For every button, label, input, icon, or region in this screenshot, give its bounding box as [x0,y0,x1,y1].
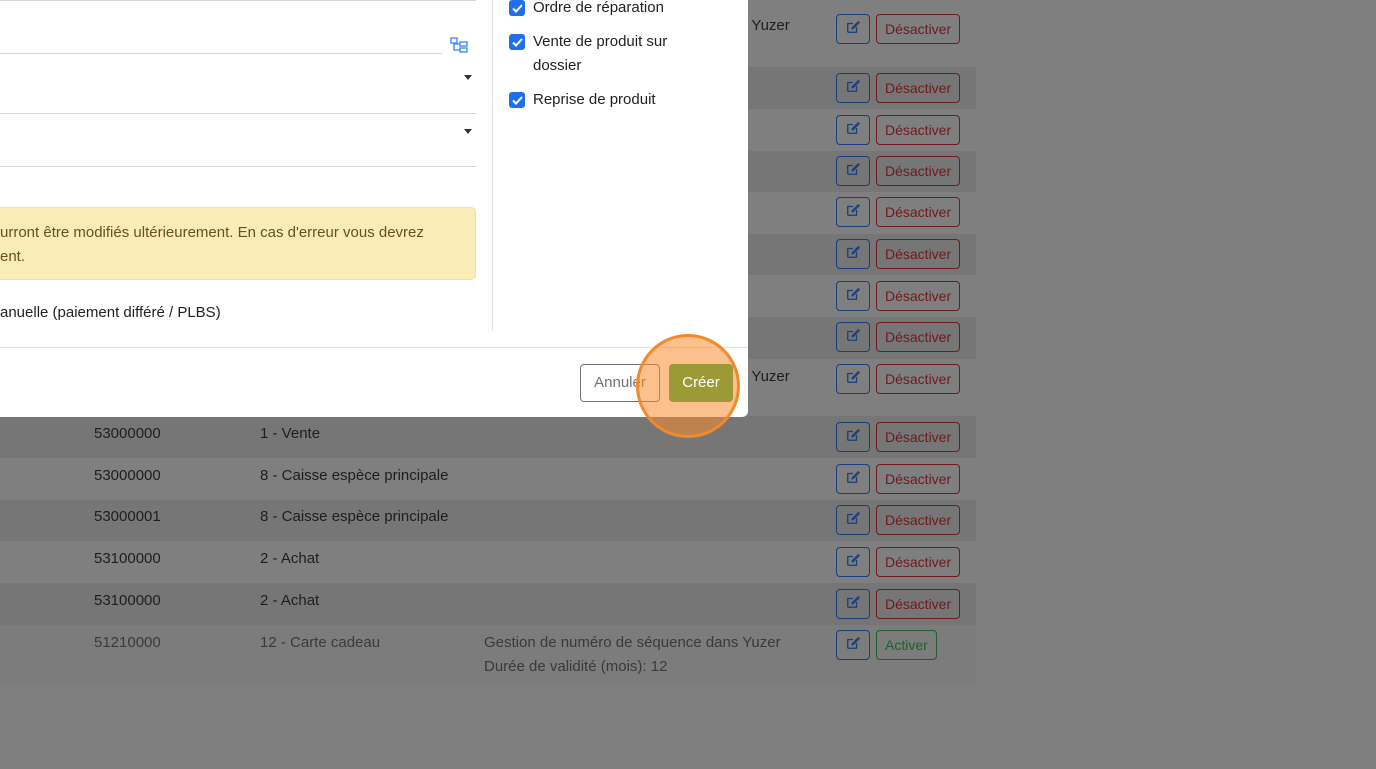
deactivate-button[interactable]: Désactiver [876,14,961,44]
checkbox-product-return[interactable] [509,92,525,108]
select-field-1[interactable] [0,55,476,113]
edit-button[interactable] [836,73,870,103]
column-divider [492,0,493,331]
edit-button[interactable] [836,589,870,619]
checkbox-label: Ordre de réparation [533,0,664,16]
select-underline [0,166,476,167]
modal-footer-divider [0,347,748,348]
account-code: 53000000 [94,467,161,484]
checkbox-product-sale-on-file[interactable] [509,34,525,50]
edit-icon [846,79,860,97]
edit-button[interactable] [836,464,870,494]
check-icon [511,37,523,47]
edit-button[interactable] [836,505,870,535]
account-type: 8 - Caisse espèce principale [260,467,449,484]
check-icon [511,95,523,105]
check-icon [511,3,523,13]
deactivate-button[interactable]: Désactiver [876,73,961,103]
tree-select-icon[interactable] [450,37,468,57]
create-account-modal: urront être modifiés ultérieurement. En … [0,0,748,438]
edit-icon [846,553,860,571]
deactivate-button[interactable]: Désactiver [876,464,961,494]
deactivate-button[interactable]: Désactiver [876,364,961,394]
edit-icon [846,470,860,488]
deactivate-button[interactable]: Désactiver [876,115,961,145]
deactivate-button[interactable]: Désactiver [876,197,961,227]
edit-button[interactable] [836,14,870,44]
edit-icon [846,162,860,180]
table-row: 53000001 8 - Caisse espèce principale Dé… [0,500,976,542]
edit-button[interactable] [836,322,870,352]
edit-button[interactable] [836,239,870,269]
deactivate-button[interactable]: Désactiver [876,505,961,535]
manual-payment-label[interactable]: anuelle (paiement différé / PLBS) [0,301,221,325]
checkbox-repair-order[interactable] [509,0,525,16]
edit-icon [846,636,860,654]
edit-icon [846,245,860,263]
info-line: Gestion de numéro de séquence dans Yuzer [484,634,781,651]
deactivate-button[interactable]: Désactiver [876,547,961,577]
deactivate-button[interactable]: Désactiver [876,239,961,269]
edit-icon [846,511,860,529]
checkbox-label: Reprise de produit [533,91,656,108]
create-button[interactable]: Créer [669,364,733,402]
warning-alert: urront être modifiés ultérieurement. En … [0,207,476,280]
chevron-down-icon [464,129,472,134]
text-field-underline[interactable] [0,53,442,54]
edit-button[interactable] [836,630,870,660]
edit-icon [846,595,860,613]
account-type: 2 - Achat [260,592,320,609]
checkbox-label: dossier [533,57,582,74]
account-type: 12 - Carte cadeau [260,634,381,651]
account-code: 53000001 [94,508,161,525]
edit-icon [846,203,860,221]
edit-button[interactable] [836,197,870,227]
checkbox-label: Vente de produit sur [533,33,668,50]
deactivate-button[interactable]: Désactiver [876,422,961,452]
info-line: Durée de validité (mois): 12 [484,658,668,675]
account-type: 1 - Vente [260,425,321,442]
edit-button[interactable] [836,364,870,394]
warning-text-line: ent. [0,248,26,265]
warning-text-line: urront être modifiés ultérieurement. En … [0,224,424,241]
select-field-2[interactable] [0,114,476,166]
edit-icon [846,428,860,446]
account-code: 53000000 [94,425,161,442]
edit-button[interactable] [836,422,870,452]
edit-button[interactable] [836,156,870,186]
edit-button[interactable] [836,547,870,577]
deactivate-button[interactable]: Désactiver [876,156,961,186]
edit-button[interactable] [836,281,870,311]
edit-icon [846,287,860,305]
deactivate-button[interactable]: Désactiver [876,322,961,352]
account-type: 8 - Caisse espèce principale [260,508,449,525]
account-code: 53100000 [94,592,161,609]
deactivate-button[interactable]: Désactiver [876,281,961,311]
field-underline [0,0,476,1]
deactivate-button[interactable]: Désactiver [876,589,961,619]
edit-icon [846,20,860,38]
account-code: 53100000 [94,550,161,567]
edit-icon [846,328,860,346]
chevron-down-icon [464,75,472,80]
edit-icon [846,121,860,139]
account-type: 2 - Achat [260,550,320,567]
table-row: 53100000 2 - Achat Désactiver [0,541,976,584]
table-row: 53000000 1 - Vente Désactiver [0,416,976,459]
table-row: 53100000 2 - Achat Désactiver [0,583,976,626]
table-row: 53000000 8 - Caisse espèce principale Dé… [0,458,976,501]
edit-icon [846,370,860,388]
activate-button[interactable]: Activer [876,630,937,660]
edit-button[interactable] [836,115,870,145]
table-row: 51210000 12 - Carte cadeau Gestion de nu… [0,625,976,684]
account-code: 51210000 [94,634,161,651]
